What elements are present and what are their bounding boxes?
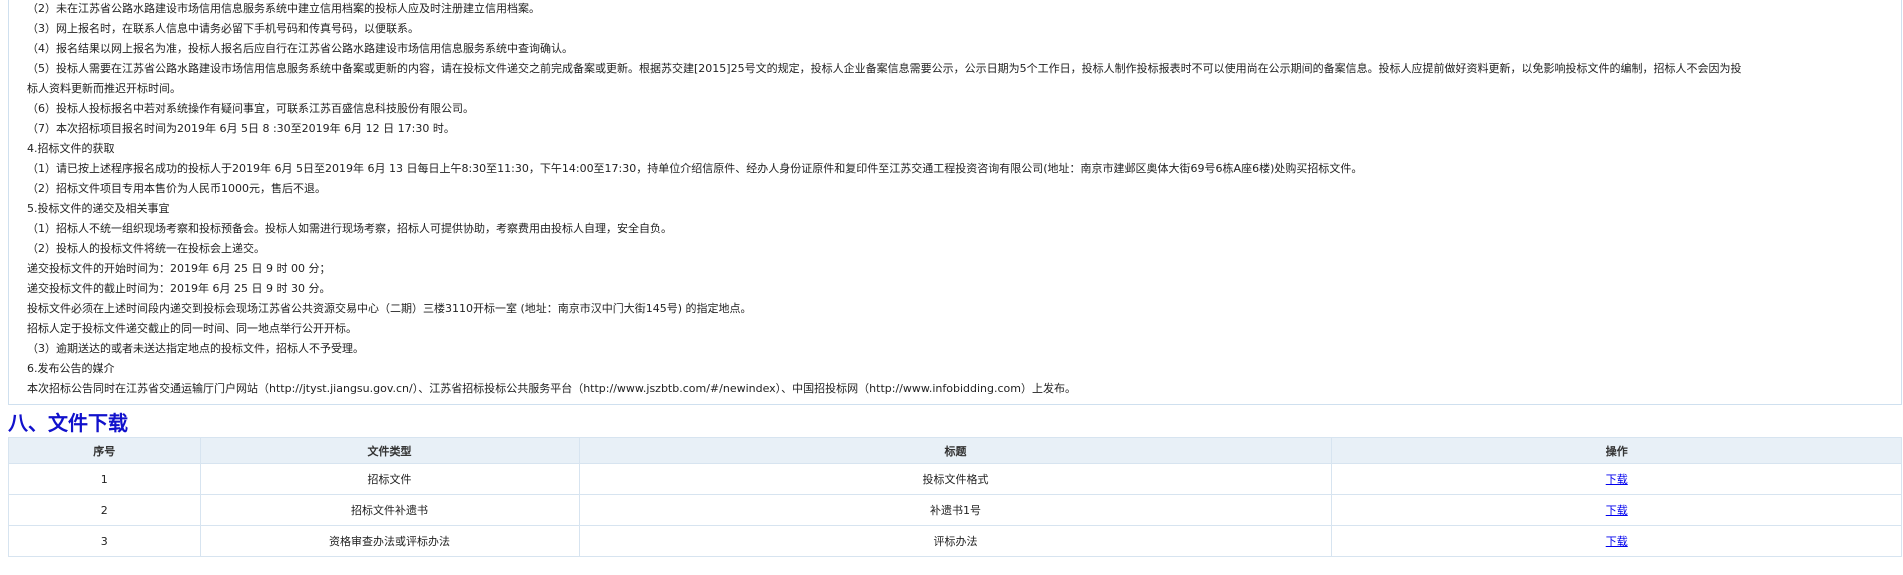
cell-title: 补遗书1号 — [578, 494, 1333, 526]
cell-title: 评标办法 — [578, 525, 1333, 557]
table-header-row: 序号 文件类型 标题 操作 — [8, 437, 1902, 464]
cell-no: 3 — [8, 525, 201, 557]
notice-line: 本次招标公告同时在江苏省交通运输厅门户网站（http://jtyst.jiang… — [27, 382, 1076, 395]
download-link[interactable]: 下载 — [1606, 535, 1628, 548]
cell-no: 1 — [8, 463, 201, 495]
notice-line: （4）报名结果以网上报名为准，投标人报名后应自行在江苏省公路水路建设市场信用信息… — [27, 42, 573, 55]
header-type: 文件类型 — [199, 437, 580, 464]
notice-line: （2）招标文件项目专用本售价为人民币1000元，售后不退。 — [27, 182, 326, 195]
header-no: 序号 — [8, 437, 201, 464]
notice-line: 投标文件必须在上述时间段内递交到投标会现场江苏省公共资源交易中心（二期）三楼31… — [27, 302, 752, 315]
cell-no: 2 — [8, 494, 201, 526]
notice-line: （1）招标人不统一组织现场考察和投标预备会。投标人如需进行现场考察，招标人可提供… — [27, 222, 672, 235]
cell-type: 招标文件补遗书 — [199, 494, 580, 526]
section-title-downloads: 八、文件下载 — [8, 411, 128, 435]
cell-action: 下载 — [1331, 525, 1902, 557]
notice-line: 递交投标文件的截止时间为：2019年 6月 25 日 9 时 30 分。 — [27, 282, 331, 295]
notice-content: （2）未在江苏省公路水路建设市场信用信息服务系统中建立信用档案的投标人应及时注册… — [8, 0, 1902, 405]
cell-type: 招标文件 — [199, 463, 580, 495]
table-row: 3 资格审查办法或评标办法 评标办法 下载 — [8, 525, 1902, 557]
notice-line: （3）网上报名时，在联系人信息中请务必留下手机号码和传真号码，以便联系。 — [27, 22, 419, 35]
download-link[interactable]: 下载 — [1606, 504, 1628, 517]
notice-line: 标人资料更新而推迟开标时间。 — [27, 82, 181, 95]
notice-line: 招标人定于投标文件递交截止的同一时间、同一地点举行公开开标。 — [27, 322, 357, 335]
notice-heading: 6.发布公告的媒介 — [27, 362, 115, 375]
notice-line: （5）投标人需要在江苏省公路水路建设市场信用信息服务系统中备案或更新的内容，请在… — [27, 62, 1742, 75]
table-row: 2 招标文件补遗书 补遗书1号 下载 — [8, 494, 1902, 526]
table-row: 1 招标文件 投标文件格式 下载 — [8, 463, 1902, 495]
notice-line: （6）投标人投标报名中若对系统操作有疑问事宜，可联系江苏百盛信息科技股份有限公司… — [27, 102, 474, 115]
notice-line: （7）本次招标项目报名时间为2019年 6月 5日 8 :30至2019年 6月… — [27, 122, 455, 135]
notice-line: 递交投标文件的开始时间为：2019年 6月 25 日 9 时 00 分； — [27, 262, 331, 275]
notice-line: （3）逾期送达的或者未送达指定地点的投标文件，招标人不予受理。 — [27, 342, 364, 355]
notice-heading: 5.投标文件的递交及相关事宜 — [27, 202, 170, 215]
notice-line: （2）投标人的投标文件将统一在投标会上递交。 — [27, 242, 265, 255]
download-link[interactable]: 下载 — [1606, 473, 1628, 486]
cell-type: 资格审查办法或评标办法 — [199, 525, 580, 557]
notice-line: （1）请已按上述程序报名成功的投标人于2019年 6月 5日至2019年 6月 … — [27, 162, 1363, 175]
cell-title: 投标文件格式 — [578, 463, 1333, 495]
notice-line: （2）未在江苏省公路水路建设市场信用信息服务系统中建立信用档案的投标人应及时注册… — [27, 2, 540, 15]
header-action: 操作 — [1331, 437, 1902, 464]
header-title: 标题 — [578, 437, 1333, 464]
notice-heading: 4.招标文件的获取 — [27, 142, 115, 155]
download-table: 序号 文件类型 标题 操作 1 招标文件 投标文件格式 下载 2 招标文件补遗书… — [8, 437, 1902, 557]
cell-action: 下载 — [1331, 494, 1902, 526]
cell-action: 下载 — [1331, 463, 1902, 495]
